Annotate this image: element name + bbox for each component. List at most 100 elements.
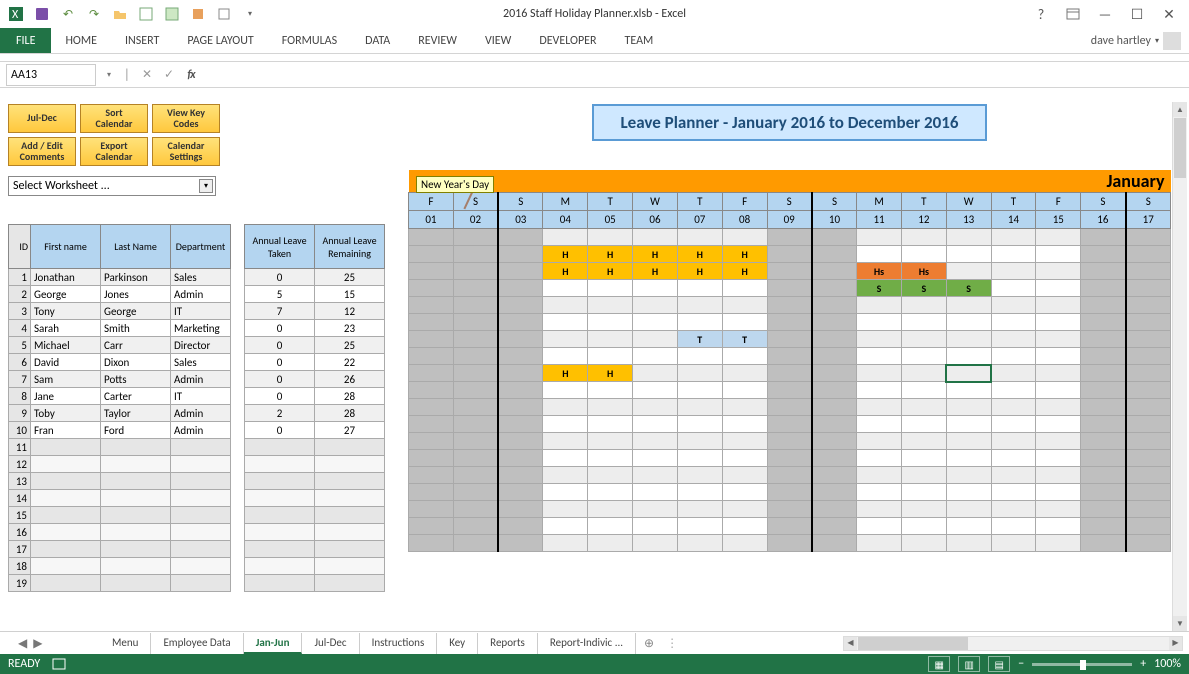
sheet-tab-jul-dec[interactable]: Jul-Dec xyxy=(302,633,359,654)
calendar-cell[interactable] xyxy=(812,280,857,297)
calendar-cell[interactable] xyxy=(991,365,1036,382)
calendar-row[interactable] xyxy=(409,382,1171,399)
zoom-out-icon[interactable]: − xyxy=(1018,657,1024,671)
user-account[interactable]: dave hartley ▾ xyxy=(1091,28,1189,53)
calendar-row[interactable]: HH xyxy=(409,365,1171,382)
calendar-cell[interactable] xyxy=(767,501,812,518)
calendar-cell[interactable] xyxy=(1126,382,1171,399)
calendar-cell[interactable] xyxy=(767,450,812,467)
calendar-cell[interactable] xyxy=(1036,348,1081,365)
calendar-cell[interactable] xyxy=(409,263,454,280)
calendar-cell[interactable]: T xyxy=(677,331,722,348)
calendar-cell[interactable] xyxy=(1081,518,1126,535)
calendar-cell[interactable] xyxy=(633,314,678,331)
calendar-cell[interactable] xyxy=(1126,280,1171,297)
calendar-cell[interactable] xyxy=(498,297,543,314)
calendar-cell[interactable] xyxy=(722,467,767,484)
calendar-cell[interactable] xyxy=(722,280,767,297)
calendar-cell[interactable] xyxy=(1081,263,1126,280)
help-icon[interactable]: ? xyxy=(1029,4,1053,24)
calendar-cell[interactable] xyxy=(409,246,454,263)
calendar-cell[interactable] xyxy=(901,229,946,246)
calendar-cell[interactable] xyxy=(453,263,498,280)
worksheet-select[interactable]: Select Worksheet ... ▾ xyxy=(8,176,216,196)
calendar-cell[interactable] xyxy=(677,382,722,399)
calendar-cell[interactable] xyxy=(677,365,722,382)
table-row[interactable] xyxy=(245,456,385,473)
calendar-cell[interactable] xyxy=(543,297,588,314)
calendar-cell[interactable] xyxy=(767,297,812,314)
calendar-row[interactable]: TT xyxy=(409,331,1171,348)
calendar-cell[interactable] xyxy=(633,501,678,518)
ribbon-tab-developer[interactable]: DEVELOPER xyxy=(525,28,610,53)
calendar-cell[interactable] xyxy=(991,416,1036,433)
calendar-cell[interactable]: S xyxy=(857,280,902,297)
calendar-cell[interactable] xyxy=(1126,501,1171,518)
calendar-cell[interactable] xyxy=(857,382,902,399)
ctrl-btn-add-edit-comments[interactable]: Add / EditComments xyxy=(8,137,76,166)
ctrl-btn-calendar-settings[interactable]: CalendarSettings xyxy=(152,137,220,166)
calendar-cell[interactable] xyxy=(991,382,1036,399)
calendar-cell[interactable] xyxy=(812,535,857,552)
calendar-cell[interactable] xyxy=(1036,467,1081,484)
calendar-cell[interactable] xyxy=(991,263,1036,280)
ctrl-btn-jul-dec[interactable]: Jul-Dec xyxy=(8,104,76,133)
calendar-cell[interactable]: H xyxy=(543,246,588,263)
calendar-cell[interactable] xyxy=(543,348,588,365)
calendar-cell[interactable] xyxy=(1036,399,1081,416)
zoom-in-icon[interactable]: + xyxy=(1140,657,1146,671)
calendar-cell[interactable] xyxy=(453,280,498,297)
calendar-cell[interactable] xyxy=(633,484,678,501)
calendar-cell[interactable] xyxy=(722,450,767,467)
table-row[interactable]: 228 xyxy=(245,405,385,422)
calendar-cell[interactable] xyxy=(946,348,991,365)
calendar-cell[interactable] xyxy=(991,331,1036,348)
calendar-cell[interactable] xyxy=(1081,416,1126,433)
calendar-cell[interactable] xyxy=(901,297,946,314)
calendar-cell[interactable] xyxy=(453,382,498,399)
sheet-tab-employee-data[interactable]: Employee Data xyxy=(151,633,243,654)
calendar-cell[interactable]: H xyxy=(588,246,633,263)
sheet-tab-jan-jun[interactable]: Jan-Jun xyxy=(244,633,303,654)
zoom-level[interactable]: 100% xyxy=(1154,657,1181,671)
table-row[interactable]: 5 Michael Carr Director xyxy=(9,337,231,354)
calendar-cell[interactable] xyxy=(543,484,588,501)
calendar-cell[interactable] xyxy=(812,382,857,399)
table-row[interactable]: 15 xyxy=(9,507,231,524)
calendar-cell[interactable] xyxy=(498,280,543,297)
calendar-cell[interactable] xyxy=(901,331,946,348)
calendar-cell[interactable] xyxy=(1036,433,1081,450)
calendar-cell[interactable] xyxy=(857,348,902,365)
calendar-row[interactable] xyxy=(409,467,1171,484)
calendar-cell[interactable] xyxy=(722,535,767,552)
calendar-cell[interactable] xyxy=(722,399,767,416)
table-row[interactable] xyxy=(245,439,385,456)
calendar-cell[interactable] xyxy=(1126,229,1171,246)
calendar-cell[interactable] xyxy=(812,467,857,484)
table-row[interactable] xyxy=(245,473,385,490)
table-row[interactable] xyxy=(245,541,385,558)
calendar-cell[interactable] xyxy=(1036,382,1081,399)
calendar-cell[interactable] xyxy=(857,365,902,382)
calendar-cell[interactable] xyxy=(812,263,857,280)
table-row[interactable]: 11 xyxy=(9,439,231,456)
calendar-cell[interactable] xyxy=(498,263,543,280)
close-icon[interactable]: ✕ xyxy=(1157,4,1181,24)
calendar-cell[interactable] xyxy=(498,518,543,535)
qat-more-icon[interactable]: ▾ xyxy=(242,6,258,22)
calendar-cell[interactable] xyxy=(453,518,498,535)
calendar-cell[interactable] xyxy=(767,280,812,297)
calendar-cell[interactable]: H xyxy=(677,246,722,263)
scroll-thumb[interactable] xyxy=(1174,118,1186,178)
calendar-cell[interactable] xyxy=(498,433,543,450)
calendar-cell[interactable] xyxy=(857,501,902,518)
calendar-cell[interactable] xyxy=(767,399,812,416)
calendar-cell[interactable] xyxy=(991,246,1036,263)
ribbon-tab-view[interactable]: VIEW xyxy=(471,28,525,53)
table-row[interactable] xyxy=(245,524,385,541)
calendar-cell[interactable] xyxy=(543,229,588,246)
calendar-cell[interactable] xyxy=(767,467,812,484)
page-layout-view-icon[interactable]: ▥ xyxy=(958,656,980,672)
calendar-cell[interactable] xyxy=(946,399,991,416)
calendar-cell[interactable] xyxy=(498,382,543,399)
